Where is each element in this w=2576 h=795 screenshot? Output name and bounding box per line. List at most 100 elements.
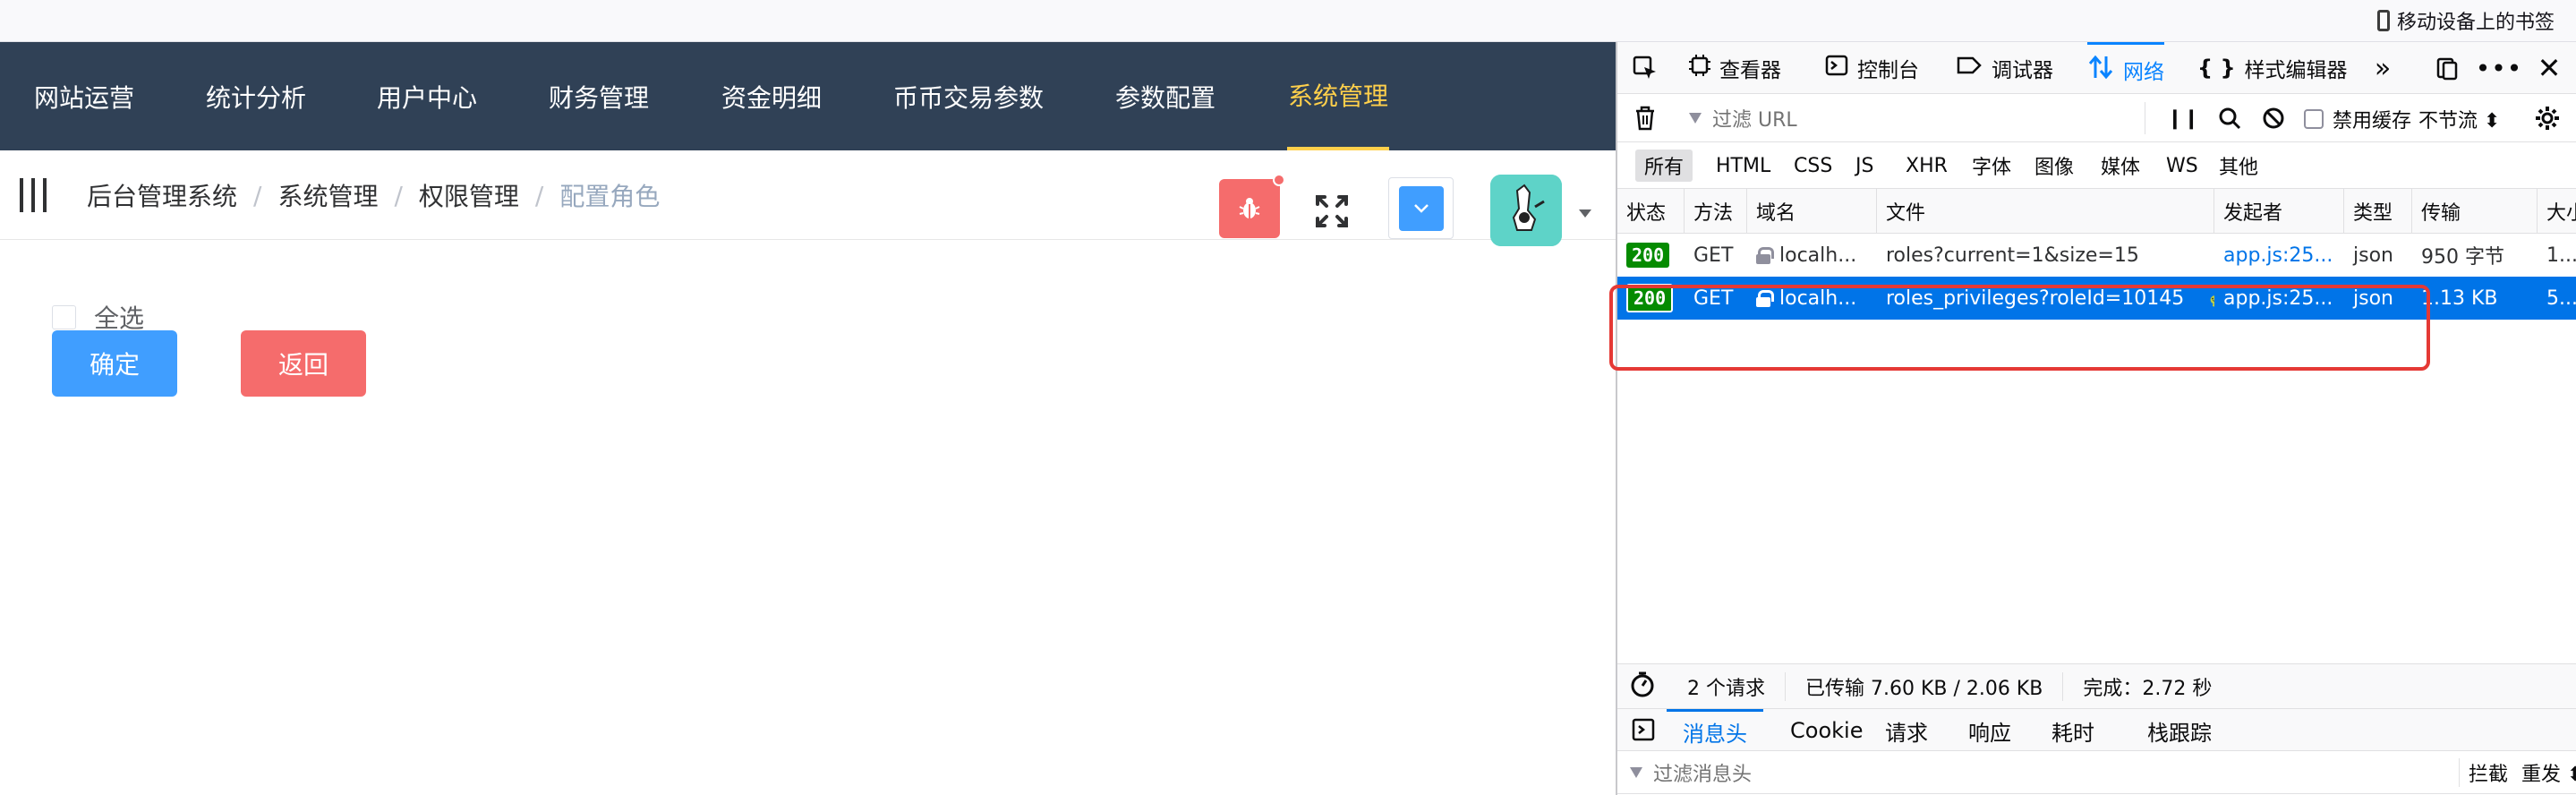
nav-item-website-operation[interactable]: 网站运营 [34,42,134,150]
bookmarks-toolbar: 移动设备上的书签 [0,0,2576,42]
column-initiator[interactable]: 发起者 [2214,189,2344,234]
column-transferred[interactable]: 传输 [2412,189,2538,234]
disable-cache-checkbox[interactable]: 禁用缓存 [2304,105,2411,133]
stopwatch-icon[interactable] [1617,671,1668,703]
column-status[interactable]: 状态 [1617,189,1685,234]
block-icon[interactable] [2258,103,2289,133]
debugger-icon [1956,56,1983,81]
toggle-sidebar-icon[interactable] [1628,714,1659,745]
column-size[interactable]: 大小 [2538,189,2576,234]
pause-icon[interactable]: ❙❙ [2167,103,2200,133]
type-filter-media[interactable]: 媒体 [2092,150,2149,182]
back-button[interactable]: 返回 [241,330,366,397]
type-filter-all[interactable]: 所有 [1635,150,1693,182]
more-tabs-chevron-icon[interactable]: » [2367,53,2398,84]
column-type[interactable]: 类型 [2344,189,2412,234]
size-select-button[interactable] [1388,177,1454,239]
type-filter-fonts[interactable]: 字体 [1963,150,2020,182]
detail-tab-request[interactable]: 请求 [1885,709,1928,752]
nav-item-user-center[interactable]: 用户中心 [377,42,477,150]
breadcrumb-item-system[interactable]: 系统管理 [277,177,378,213]
detail-tab-timings[interactable]: 耗时 [2051,709,2094,752]
detail-tab-cookies[interactable]: Cookie [1790,709,1863,752]
type-filter-other[interactable]: 其他 [2210,150,2267,182]
trash-icon[interactable] [1630,103,1660,133]
type-filter-ws[interactable]: WS [2157,150,2207,182]
detail-tab-response[interactable]: 响应 [1968,709,2011,752]
bug-icon [1239,198,1260,218]
hamburger-icon[interactable] [20,178,47,212]
type-filter-xhr[interactable]: XHR [1897,150,1957,182]
detail-tab-stack-trace[interactable]: 栈跟踪 [2147,709,2212,752]
nav-item-fund-details[interactable]: 资金明细 [721,42,822,150]
type-filter-js[interactable]: JS [1847,150,1882,182]
search-icon[interactable] [2214,103,2245,133]
breadcrumb-item-current: 配置角色 [559,182,661,211]
type-filter-images[interactable]: 图像 [2026,150,2083,182]
fullscreen-icon[interactable] [1314,193,1350,229]
mobile-device-icon [2376,10,2390,31]
network-request-table: 状态 方法 域名 文件 发起者 类型 传输 大小 200 GET localh.… [1617,189,2576,663]
type-filter-css[interactable]: CSS [1785,150,1841,182]
breadcrumb-item-home[interactable]: 后台管理系统 [87,177,237,213]
tab-network-label: 网络 [2123,60,2164,84]
table-row[interactable]: 200 GET localh... roles?current=1&size=1… [1617,234,2576,277]
row-initiator[interactable]: app.js:25... [2214,234,2344,277]
notification-dot [1273,174,1285,186]
chevron-down-icon [1413,203,1429,213]
more-options-icon[interactable]: ••• [2476,53,2522,83]
request-detail-tabs: 消息头 Cookie 请求 响应 耗时 栈跟踪 [1617,708,2576,751]
row-transferred: 950 字节 [2421,246,2504,269]
select-all-label: 全选 [94,303,145,333]
nav-item-coin-trading-params[interactable]: 币币交易参数 [893,42,1044,150]
row-size: 5... [2546,286,2576,310]
highlight-annotation-box [1609,285,2430,371]
mobile-bookmarks-folder[interactable]: 移动设备上的书签 [2376,7,2555,34]
headers-filter-placeholder: 过滤消息头 [1653,764,1753,786]
request-count: 2 个请求 [1668,671,1786,701]
tab-console[interactable]: 控制台 [1825,42,1919,94]
select-all-checkbox[interactable] [52,304,76,329]
filter-icon [1689,113,1702,124]
column-method[interactable]: 方法 [1685,189,1747,234]
console-icon [1825,55,1848,81]
breadcrumb-separator: / [534,180,544,210]
avatar[interactable] [1490,175,1562,246]
column-domain[interactable]: 域名 [1747,189,1877,234]
nav-item-statistics[interactable]: 统计分析 [206,42,306,150]
element-picker-icon[interactable] [1630,53,1660,83]
tab-network[interactable]: 网络 [2087,42,2164,94]
tab-style-editor-label: 样式编辑器 [2244,59,2348,82]
block-request-button[interactable]: 拦截 [2459,758,2508,787]
select-all-checkbox-group[interactable]: 全选 [52,299,144,335]
tab-debugger[interactable]: 调试器 [1956,42,2053,94]
gear-icon[interactable] [2532,103,2563,133]
navbar: 后台管理系统 / 系统管理 / 权限管理 / 配置角色 [0,150,1616,246]
top-navigation-menu: 网站运营 统计分析 用户中心 财务管理 资金明细 币币交易参数 参数配置 系统管… [0,42,1616,150]
caret-down-icon[interactable] [1579,209,1591,218]
status-badge: 200 [1626,243,1670,268]
detail-tab-headers[interactable]: 消息头 [1667,709,1763,752]
close-icon[interactable]: ✕ [2534,51,2564,85]
tab-inspector[interactable]: 查看器 [1689,42,1781,94]
confirm-button[interactable]: 确定 [52,330,177,397]
type-filter-html[interactable]: HTML [1707,150,1779,182]
dock-side-icon[interactable] [2432,53,2462,83]
url-filter-input[interactable]: 过滤 URL [1689,102,2145,134]
request-type-filters: 所有 HTML CSS JS XHR 字体 图像 媒体 WS 其他 [1617,142,2576,189]
headers-filter-bar: 过滤消息头 拦截 重发 ⬍ [1617,751,2576,794]
tab-debugger-label: 调试器 [1992,59,2053,82]
error-log-button[interactable] [1219,174,1285,238]
nav-item-param-config[interactable]: 参数配置 [1115,42,1215,150]
nav-item-system-management[interactable]: 系统管理 [1287,42,1390,150]
throttle-select[interactable]: 不节流 ⬍ [2418,105,2500,133]
resend-button[interactable]: 重发 ⬍ [2521,758,2576,787]
headers-filter-input[interactable]: 过滤消息头 [1630,758,1752,787]
table-header: 状态 方法 域名 文件 发起者 类型 传输 大小 [1617,189,2576,234]
nav-item-finance[interactable]: 财务管理 [549,42,649,150]
url-filter-placeholder: 过滤 URL [1712,109,1797,132]
disable-cache-box[interactable] [2304,109,2324,129]
breadcrumb-item-permission[interactable]: 权限管理 [419,177,519,213]
tab-style-editor[interactable]: { } 样式编辑器 [2197,42,2348,94]
column-file[interactable]: 文件 [1877,189,2214,234]
